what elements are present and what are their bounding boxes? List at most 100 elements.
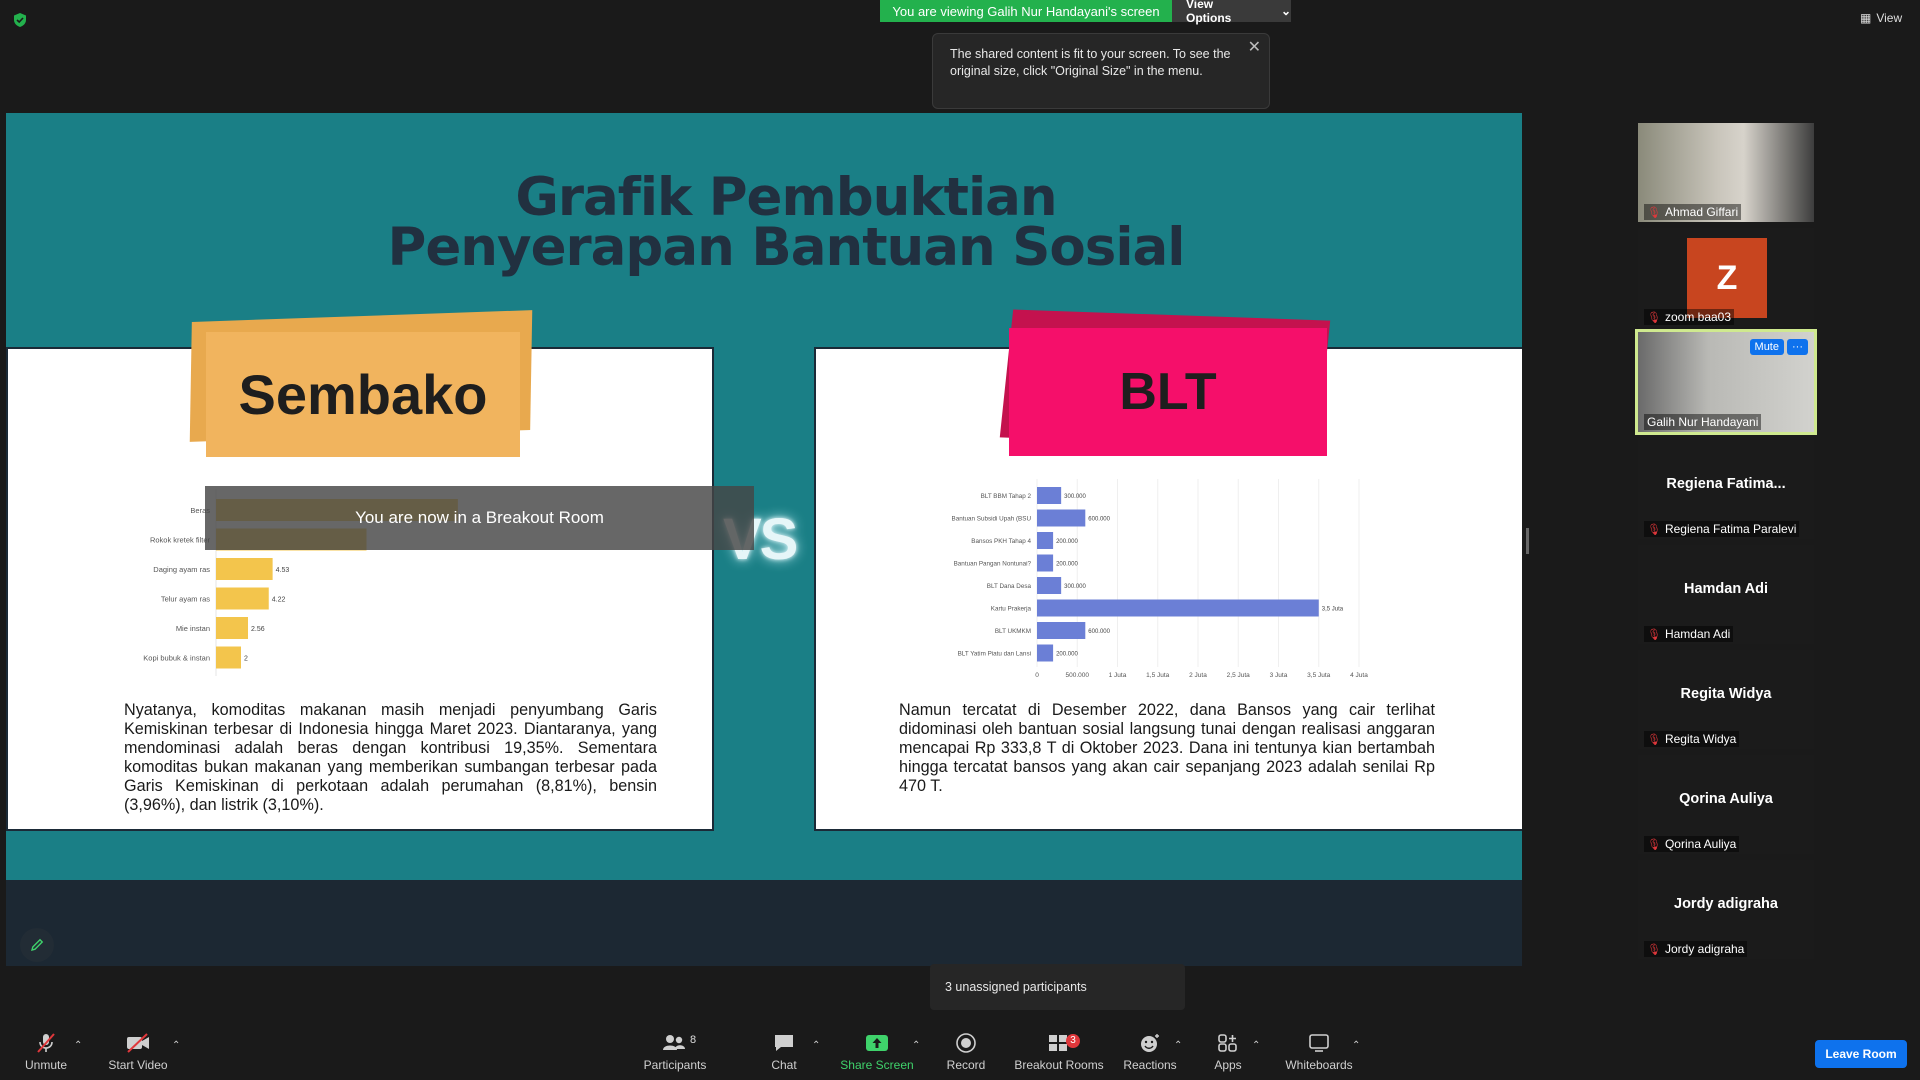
mic-muted-icon: [37, 1033, 55, 1053]
chat-label: Chat: [771, 1058, 797, 1072]
chart-tick-label: 4 Juta: [1350, 672, 1368, 679]
active-speaker-tile[interactable]: Mute ··· Galih Nur Handayani: [1635, 329, 1817, 435]
participant-name: Qorina Auliya: [1664, 837, 1737, 851]
participant-name-tag: 🎙 Regiena Fatima Paralevi: [1644, 521, 1800, 537]
chart-data-label: 2: [244, 656, 248, 663]
apps-icon: [1218, 1034, 1237, 1052]
participants-label: Participants: [643, 1058, 707, 1072]
start-video-button[interactable]: Start Video: [108, 1032, 168, 1072]
chart-bar: [1037, 532, 1054, 549]
chart-category-label: Telur ayam ras: [161, 595, 210, 604]
chart-category-label: Bansos PKH Tahap 4: [971, 538, 1031, 545]
chart-bar: [216, 617, 248, 639]
chart-category-label: Kartu Prakerja: [991, 606, 1032, 613]
chart-category-label: BLT UKMKM: [995, 628, 1031, 635]
mic-muted-icon: 🎙: [1647, 628, 1661, 641]
chart-tick-label: 1 Juta: [1109, 672, 1127, 679]
participant-name-tag: 🎙 Jordy adigraha: [1644, 941, 1748, 957]
chat-icon: [775, 1035, 793, 1051]
chart-bar: [216, 587, 269, 610]
security-shield-icon[interactable]: [12, 12, 28, 28]
grid-view-icon: ▦: [1860, 11, 1872, 25]
reactions-button[interactable]: Reactions: [1122, 1032, 1178, 1072]
chart-category-label: Bantuan Pangan Nontunai?: [954, 561, 1032, 568]
video-options-caret-icon[interactable]: ⌃: [172, 1040, 180, 1051]
chat-button[interactable]: Chat: [766, 1032, 802, 1072]
participant-tile[interactable]: Regita Widya 🎙 Regita Widya: [1638, 650, 1814, 749]
chart-data-label: 4.22: [272, 597, 286, 604]
chart-category-label: Kopi bubuk & instan: [143, 654, 210, 663]
split-resize-handle[interactable]: [1526, 528, 1529, 554]
chart-bar: [1037, 509, 1086, 527]
chart-data-label: 200.000: [1056, 562, 1078, 568]
participant-tile[interactable]: 🎙 Ahmad Giffari: [1638, 123, 1814, 222]
participants-button[interactable]: Participants: [642, 1032, 708, 1072]
chart-category-label: BLT BBM Tahap 2: [981, 493, 1032, 500]
participant-display-name: Qorina Auliya: [1679, 791, 1773, 807]
mic-muted-icon: 🎙: [1647, 943, 1661, 956]
blt-bar-chart: 0 500.000 1 Juta 1,5 Juta 2 Juta 2,5 Juta 3 Ju…: [952, 479, 1368, 679]
whiteboards-button[interactable]: Whiteboards: [1282, 1032, 1356, 1072]
video-off-icon: [127, 1033, 149, 1053]
participant-name-tag: 🎙 Hamdan Adi: [1644, 626, 1734, 642]
participant-tile[interactable]: Hamdan Adi 🎙 Hamdan Adi: [1638, 545, 1814, 644]
chart-bar: [1037, 622, 1086, 639]
chart-tick-label: 3 Juta: [1270, 672, 1288, 679]
participant-name-tag: 🎙 Regita Widya: [1644, 731, 1740, 747]
chart-bar: [1037, 644, 1054, 662]
participant-name: zoom baa03: [1664, 310, 1732, 324]
record-button[interactable]: Record: [944, 1032, 988, 1072]
leave-room-button[interactable]: Leave Room: [1815, 1040, 1907, 1068]
chart-category-label: Daging ayam ras: [153, 565, 210, 574]
chart-bar: [1037, 487, 1062, 504]
close-icon[interactable]: ✕: [1248, 39, 1261, 56]
chart-data-label: 300.000: [1064, 494, 1086, 500]
chart-bar: [216, 558, 273, 580]
participant-display-name: Hamdan Adi: [1683, 581, 1769, 597]
apps-caret-icon[interactable]: ⌃: [1252, 1040, 1260, 1051]
whiteboards-caret-icon[interactable]: ⌃: [1352, 1040, 1360, 1051]
chart-category-label: Rokok kretek filter: [150, 536, 211, 545]
participant-name: Regiena Fatima Paralevi: [1664, 522, 1797, 536]
view-options-label: View Options: [1186, 0, 1232, 25]
more-options-button[interactable]: ···: [1787, 339, 1808, 355]
chart-category-label: BLT Yatim Piatu dan Lansi: [958, 651, 1031, 658]
participant-name-tag: 🎙 Ahmad Giffari: [1644, 204, 1742, 220]
participant-name: Regita Widya: [1664, 732, 1737, 746]
share-screen-button[interactable]: Share Screen: [840, 1032, 914, 1072]
view-button[interactable]: ▦ View: [1860, 11, 1902, 25]
reactions-label: Reactions: [1123, 1058, 1177, 1072]
fit-to-screen-tooltip: The shared content is fit to your screen…: [932, 33, 1270, 109]
chart-tick-label: 0: [1035, 672, 1039, 679]
blt-description: Namun tercatat di Desember 2022, dana Ba…: [899, 701, 1435, 795]
chart-tick-label: 500.000: [1066, 672, 1090, 679]
participant-name: Galih Nur Handayani: [1647, 415, 1759, 429]
breakout-rooms-badge: 3: [1066, 1034, 1080, 1048]
participant-tile[interactable]: Qorina Auliya 🎙 Qorina Auliya: [1638, 755, 1814, 854]
chart-data-label: 200.000: [1056, 652, 1078, 658]
view-options-button[interactable]: View Options ⌄: [1172, 0, 1291, 25]
view-label: View: [1876, 11, 1903, 25]
participant-tile[interactable]: Regiena Fatima... 🎙 Regiena Fatima Paral…: [1638, 440, 1814, 539]
apps-label: Apps: [1214, 1058, 1242, 1072]
mute-participant-button[interactable]: Mute: [1749, 339, 1784, 355]
chart-data-label: 300.000: [1064, 584, 1086, 590]
whiteboards-label: Whiteboards: [1285, 1058, 1353, 1072]
annotate-button[interactable]: [20, 928, 54, 962]
pencil-icon: [31, 938, 44, 951]
breakout-room-notice: You are now in a Breakout Room: [205, 486, 754, 550]
participant-tile[interactable]: Z 🎙 zoom baa03: [1638, 228, 1814, 327]
share-options-caret-icon[interactable]: ⌃: [912, 1040, 920, 1051]
unmute-button[interactable]: Unmute: [22, 1032, 70, 1072]
avatar: Z: [1687, 238, 1767, 318]
record-icon: [956, 1033, 976, 1053]
breakout-rooms-label: Breakout Rooms: [1014, 1058, 1104, 1072]
chart-data-label: 200.000: [1056, 539, 1078, 545]
reactions-caret-icon[interactable]: ⌃: [1174, 1040, 1182, 1051]
participant-tile[interactable]: Jordy adigraha 🎙 Jordy adigraha: [1638, 860, 1814, 959]
breakout-rooms-button[interactable]: Breakout Rooms: [1012, 1032, 1106, 1072]
apps-button[interactable]: Apps: [1210, 1032, 1246, 1072]
audio-options-caret-icon[interactable]: ⌃: [74, 1040, 82, 1051]
chat-options-caret-icon[interactable]: ⌃: [812, 1040, 820, 1051]
chart-tick-label: 1,5 Juta: [1146, 672, 1170, 679]
